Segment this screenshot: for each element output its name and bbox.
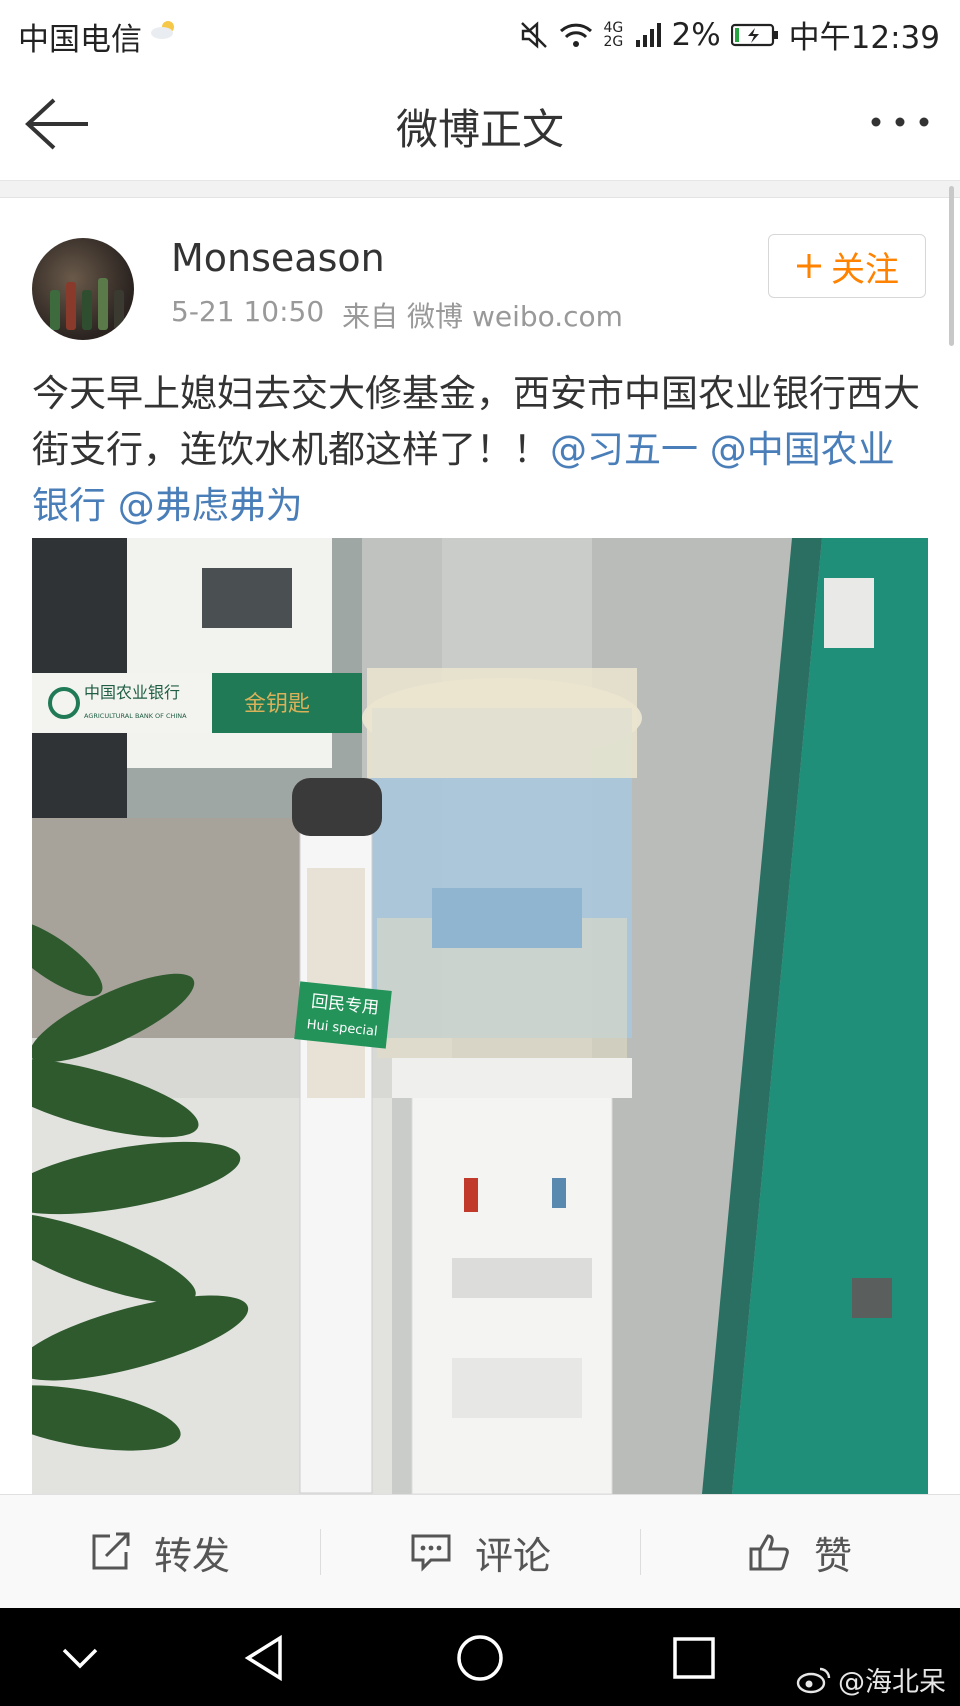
avatar-detail [82, 290, 92, 330]
repost-button[interactable]: 转发 [0, 1495, 320, 1609]
carrier-name: 中国电信 [18, 22, 142, 58]
avatar-detail [114, 290, 124, 330]
back-triangle-icon[interactable] [240, 1632, 292, 1684]
watermark-text: @海北呆 [838, 1667, 946, 1698]
comment-icon [411, 1534, 451, 1572]
author-avatar[interactable] [32, 238, 134, 340]
follow-label: 关注 [831, 249, 899, 290]
avatar-detail [50, 290, 60, 330]
mute-icon [521, 20, 548, 49]
home-circle-icon[interactable] [454, 1632, 506, 1684]
plus-icon [797, 254, 821, 278]
like-button[interactable]: 赞 [640, 1495, 960, 1609]
status-bar: 中国电信 4G 2G 2% 中午12:39 [0, 0, 960, 66]
post-source[interactable]: 来自 微博 weibo.com [342, 295, 623, 335]
photo-scene: 中国农业银行 AGRICULTURAL BANK OF CHINA 金钥匙 回民… [32, 538, 928, 1494]
chevron-down-icon[interactable] [54, 1632, 106, 1684]
action-bar: 转发 评论 赞 [0, 1494, 960, 1609]
comment-button[interactable]: 评论 [320, 1495, 640, 1609]
watermark: @海北呆 [796, 1660, 946, 1699]
nav-bar: 微博正文 [0, 66, 960, 182]
battery-charging-icon [730, 23, 778, 46]
weibo-logo-icon [796, 1667, 831, 1693]
battery-percent: 2% [671, 16, 721, 53]
comment-label: 评论 [474, 1533, 551, 1578]
system-nav-bar: @海北呆 [0, 1608, 960, 1706]
post-meta: 5-21 10:50 来自 微博 weibo.com [171, 295, 623, 335]
section-divider [0, 181, 960, 198]
network-type: 4G 2G [603, 19, 624, 50]
avatar-detail [98, 278, 108, 330]
wifi-icon [560, 23, 593, 47]
post-photo[interactable]: 中国农业银行 AGRICULTURAL BANK OF CHINA 金钥匙 回民… [32, 538, 928, 1494]
thumbs-up-icon [749, 1534, 789, 1571]
like-label: 赞 [813, 1533, 852, 1578]
mention-link[interactable]: @习五一 [550, 428, 698, 471]
mention-link[interactable]: @弗虑弗为 [118, 484, 303, 527]
bank-sign-en: AGRICULTURAL BANK OF CHINA [84, 712, 187, 720]
share-icon [92, 1532, 130, 1570]
bank-sign-cn: 中国农业银行 [84, 683, 180, 702]
gold-sign: 金钥匙 [244, 692, 310, 717]
page-title: 微博正文 [395, 105, 564, 154]
scroll-indicator[interactable] [949, 186, 954, 346]
signal-icon [636, 22, 662, 47]
follow-button[interactable]: 关注 [768, 234, 926, 298]
more-options-icon[interactable] [868, 100, 932, 144]
status-icons: 4G 2G 2% 中午12:39 [519, 12, 940, 57]
post-time: 5-21 10:50 [171, 295, 325, 328]
repost-label: 转发 [153, 1533, 230, 1578]
author-name[interactable]: Monseason [171, 236, 385, 280]
avatar-detail [66, 282, 76, 330]
weather-icon [151, 21, 174, 39]
recent-apps-square-icon[interactable] [668, 1632, 720, 1684]
clock: 中午12:39 [788, 20, 940, 56]
post-text: 今天早上媳妇去交大修基金，西安市中国农业银行西大街支行，连饮水机都这样了！！@习… [32, 366, 928, 534]
